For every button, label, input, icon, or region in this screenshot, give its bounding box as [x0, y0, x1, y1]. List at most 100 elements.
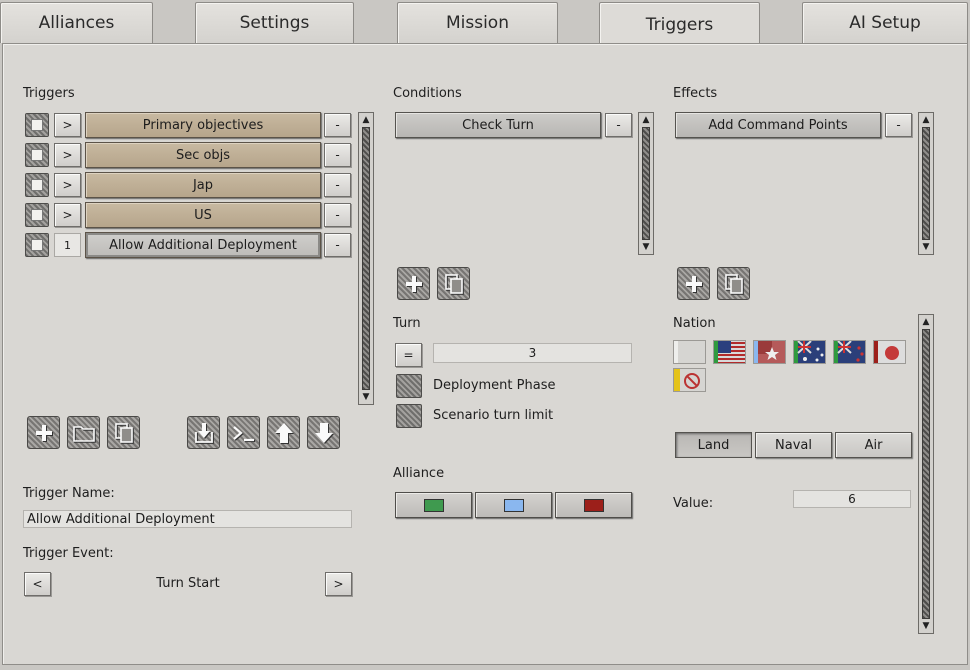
add-effect-button[interactable] [677, 267, 710, 300]
effects-scrollbar[interactable]: ▲ ▼ [918, 112, 934, 255]
deployment-phase-checkbox[interactable] [396, 374, 422, 398]
scroll-track[interactable] [642, 127, 650, 240]
trigger-item[interactable]: Jap [85, 172, 321, 198]
trigger-checkbox[interactable] [25, 143, 49, 167]
trigger-checkbox[interactable] [25, 173, 49, 197]
import-icon [194, 422, 213, 443]
flag-blank-icon[interactable] [673, 340, 706, 364]
triggers-scrollbar[interactable]: ▲ ▼ [358, 112, 374, 405]
condition-item[interactable]: Check Turn [395, 112, 601, 138]
trigger-checkbox[interactable] [25, 113, 49, 137]
alliance-swatch [583, 498, 604, 512]
flag-australia-icon[interactable] [793, 340, 826, 364]
tab-alliances[interactable]: Alliances [0, 2, 153, 43]
scroll-down-icon[interactable]: ▼ [359, 391, 373, 403]
value-input[interactable]: 6 [793, 490, 911, 508]
move-up-button[interactable] [267, 416, 300, 449]
trigger-event-value: Turn Start [156, 576, 220, 591]
copy-effect-button[interactable] [717, 267, 750, 300]
trigger-expand-button[interactable]: > [54, 203, 81, 227]
tab-settings[interactable]: Settings [195, 2, 354, 43]
nation-heading: Nation [673, 316, 716, 331]
trigger-remove-button[interactable]: - [324, 233, 351, 257]
event-next-button[interactable]: > [325, 572, 352, 596]
trigger-checkbox[interactable] [25, 203, 49, 227]
copy-icon [724, 273, 743, 294]
alliance-blue-button[interactable] [475, 492, 552, 518]
trigger-expand-button[interactable]: > [54, 173, 81, 197]
trigger-item[interactable]: Sec objs [85, 142, 321, 168]
trigger-folder-button[interactable] [67, 416, 100, 449]
effect-item[interactable]: Add Command Points [675, 112, 881, 138]
trigger-name-input[interactable]: Allow Additional Deployment [23, 510, 352, 528]
folder-icon [72, 425, 95, 442]
scroll-track[interactable] [922, 127, 930, 240]
copy-icon [114, 422, 133, 443]
conditions-scrollbar[interactable]: ▲ ▼ [638, 112, 654, 255]
plus-icon [35, 424, 52, 441]
trigger-remove-button[interactable]: - [324, 203, 351, 227]
effect-params-scrollbar[interactable]: ▲ ▼ [918, 314, 934, 634]
copy-trigger-button[interactable] [107, 416, 140, 449]
trigger-remove-button[interactable]: - [324, 113, 351, 137]
turn-value-input[interactable]: 3 [433, 343, 632, 363]
scroll-track[interactable] [922, 329, 930, 619]
tab-mission[interactable]: Mission [397, 2, 558, 43]
deployment-phase-label: Deployment Phase [433, 378, 556, 393]
triggers-heading: Triggers [23, 86, 75, 101]
import-trigger-button[interactable] [187, 416, 220, 449]
copy-icon [444, 273, 463, 294]
conditions-heading: Conditions [393, 86, 462, 101]
flag-liberia-icon[interactable] [753, 340, 786, 364]
move-down-button[interactable] [307, 416, 340, 449]
scroll-up-icon[interactable]: ▲ [639, 114, 653, 126]
add-trigger-button[interactable] [27, 416, 60, 449]
arrow-down-icon [314, 422, 333, 443]
copy-condition-button[interactable] [437, 267, 470, 300]
naval-toggle[interactable]: Naval [755, 432, 832, 458]
scroll-up-icon[interactable]: ▲ [359, 114, 373, 126]
land-toggle[interactable]: Land [675, 432, 752, 458]
turn-heading: Turn [393, 316, 421, 331]
alliance-green-button[interactable] [395, 492, 472, 518]
trigger-item-selected[interactable]: Allow Additional Deployment [85, 232, 321, 258]
trigger-checkbox[interactable] [25, 233, 49, 257]
tab-triggers[interactable]: Triggers [599, 2, 760, 46]
trigger-item[interactable]: Primary objectives [85, 112, 321, 138]
scroll-down-icon[interactable]: ▼ [919, 241, 933, 253]
scroll-track[interactable] [362, 127, 370, 390]
trigger-expand-button[interactable]: > [54, 143, 81, 167]
value-label: Value: [673, 496, 714, 511]
plus-icon [685, 275, 702, 292]
console-trigger-button[interactable] [227, 416, 260, 449]
scenario-turn-limit-label: Scenario turn limit [433, 408, 554, 423]
event-prev-button[interactable]: < [24, 572, 51, 596]
alliance-swatch [503, 498, 524, 512]
scroll-down-icon[interactable]: ▼ [639, 241, 653, 253]
console-icon [232, 425, 254, 441]
alliance-swatch [423, 498, 444, 512]
scroll-up-icon[interactable]: ▲ [919, 316, 933, 328]
trigger-item[interactable]: US [85, 202, 321, 228]
trigger-name-label: Trigger Name: [23, 486, 115, 501]
turn-operator-button[interactable]: = [395, 343, 422, 367]
scenario-turn-limit-checkbox[interactable] [396, 404, 422, 428]
flag-japan-icon[interactable] [873, 340, 906, 364]
scroll-down-icon[interactable]: ▼ [919, 620, 933, 632]
arrow-up-icon [274, 422, 293, 443]
trigger-remove-button[interactable]: - [324, 173, 351, 197]
condition-remove-button[interactable]: - [605, 113, 632, 137]
flag-usa-icon[interactable] [713, 340, 746, 364]
trigger-remove-button[interactable]: - [324, 143, 351, 167]
alliance-heading: Alliance [393, 466, 445, 481]
add-condition-button[interactable] [397, 267, 430, 300]
air-toggle[interactable]: Air [835, 432, 912, 458]
effect-remove-button[interactable]: - [885, 113, 912, 137]
trigger-index: 1 [54, 233, 81, 257]
scroll-up-icon[interactable]: ▲ [919, 114, 933, 126]
alliance-red-button[interactable] [555, 492, 632, 518]
flag-new-zealand-icon[interactable] [833, 340, 866, 364]
prohibited-icon[interactable] [673, 368, 706, 392]
trigger-expand-button[interactable]: > [54, 113, 81, 137]
tab-ai-setup[interactable]: AI Setup [802, 2, 968, 43]
